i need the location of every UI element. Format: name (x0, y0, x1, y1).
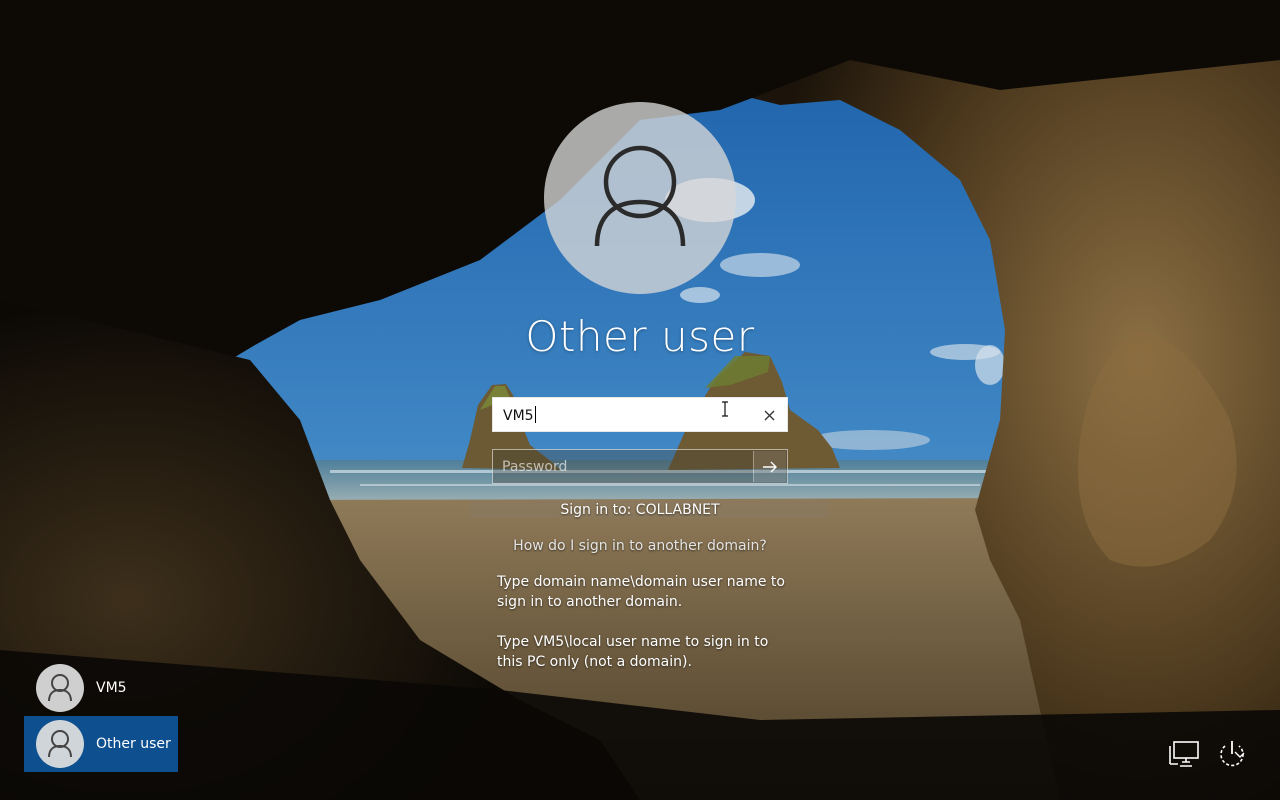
clear-button[interactable] (756, 402, 783, 429)
user-silhouette-icon (48, 674, 72, 702)
user-tile-other-user[interactable]: Other user (24, 716, 178, 772)
user-title: Other user (525, 312, 755, 361)
power-icon (1220, 741, 1245, 767)
user-avatar-large (544, 102, 736, 294)
arrow-right-icon (763, 461, 777, 472)
avatar (36, 664, 84, 712)
help-text-local: Type VM5\local user name to sign in to t… (497, 634, 769, 670)
domain-help-link[interactable]: How do I sign in to another domain? (440, 538, 840, 554)
password-input[interactable] (493, 450, 753, 483)
user-silhouette-icon (594, 145, 686, 247)
user-silhouette-icon (48, 730, 72, 758)
close-icon (764, 410, 775, 421)
network-icon (1169, 741, 1199, 767)
lock-screen: Other user VM5 Sign in to: COLLABNET How… (0, 0, 1280, 800)
text-caret (534, 406, 536, 423)
power-button[interactable] (1214, 736, 1250, 772)
network-button[interactable] (1166, 736, 1202, 772)
user-tile-label: VM5 (96, 680, 127, 696)
username-value: VM5 (503, 406, 536, 424)
user-tile-vm5[interactable]: VM5 (24, 660, 178, 716)
sign-in-domain-label: Sign in to: COLLABNET (560, 502, 720, 518)
user-tile-label: Other user (96, 736, 171, 752)
submit-button[interactable] (753, 451, 786, 482)
password-field[interactable] (492, 449, 788, 484)
avatar (36, 720, 84, 768)
username-field[interactable]: VM5 (492, 397, 788, 432)
help-text-domain: Type domain name\domain user name to sig… (497, 574, 785, 610)
